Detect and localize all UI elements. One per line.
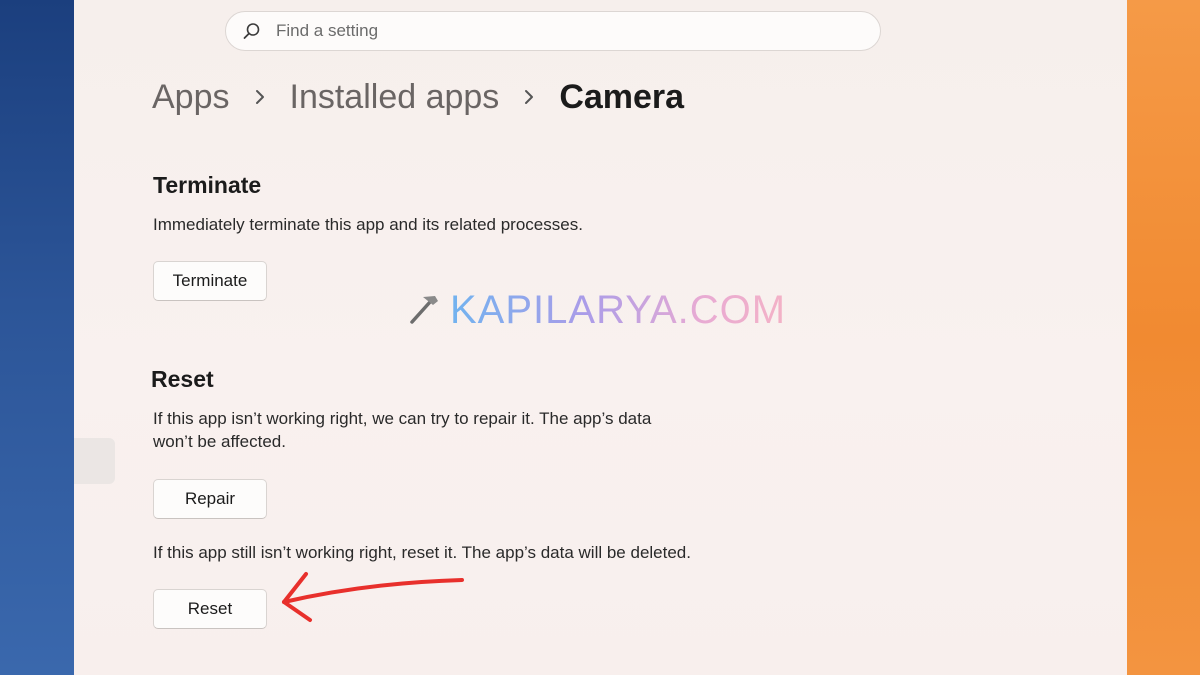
terminate-button[interactable]: Terminate (153, 261, 267, 301)
annotation-arrow-icon (282, 572, 464, 622)
nav-item-hover[interactable] (74, 438, 115, 484)
search-box[interactable] (225, 11, 881, 51)
repair-description-line-1: If this app isn’t working right, we can … (153, 409, 652, 428)
watermark: KAPILARYA.COM (404, 288, 786, 333)
repair-description-line-2: won’t be affected. (153, 432, 286, 451)
breadcrumb: Apps Installed apps Camera (152, 72, 684, 122)
breadcrumb-camera: Camera (559, 77, 685, 116)
hammer-icon (404, 288, 444, 333)
desktop-wallpaper-right (1127, 0, 1200, 675)
search-input[interactable] (276, 21, 836, 41)
chevron-right-icon (523, 87, 535, 107)
breadcrumb-installed-apps[interactable]: Installed apps (290, 78, 500, 117)
reset-description: If this app still isn’t working right, r… (153, 543, 691, 562)
reset-section-title: Reset (151, 366, 214, 392)
search-icon (242, 21, 262, 41)
repair-button[interactable]: Repair (153, 479, 267, 519)
terminate-section-title: Terminate (153, 172, 262, 198)
watermark-text: KAPILARYA.COM (450, 288, 787, 332)
desktop-wallpaper-left (0, 0, 74, 675)
terminate-description: Immediately terminate this app and its r… (153, 215, 583, 234)
reset-button[interactable]: Reset (153, 589, 267, 629)
chevron-right-icon (254, 87, 266, 107)
breadcrumb-apps[interactable]: Apps (152, 78, 230, 117)
